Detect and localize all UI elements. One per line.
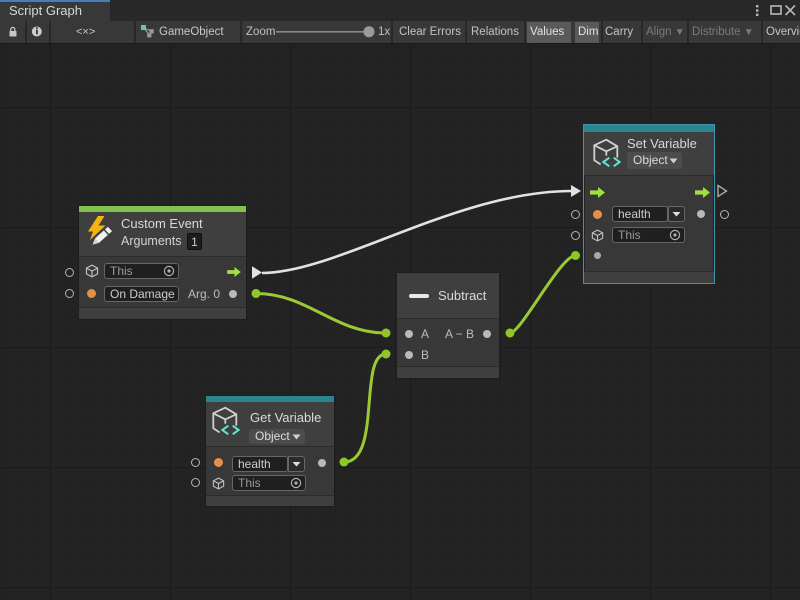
svg-text:<×>: <×> bbox=[76, 26, 95, 38]
